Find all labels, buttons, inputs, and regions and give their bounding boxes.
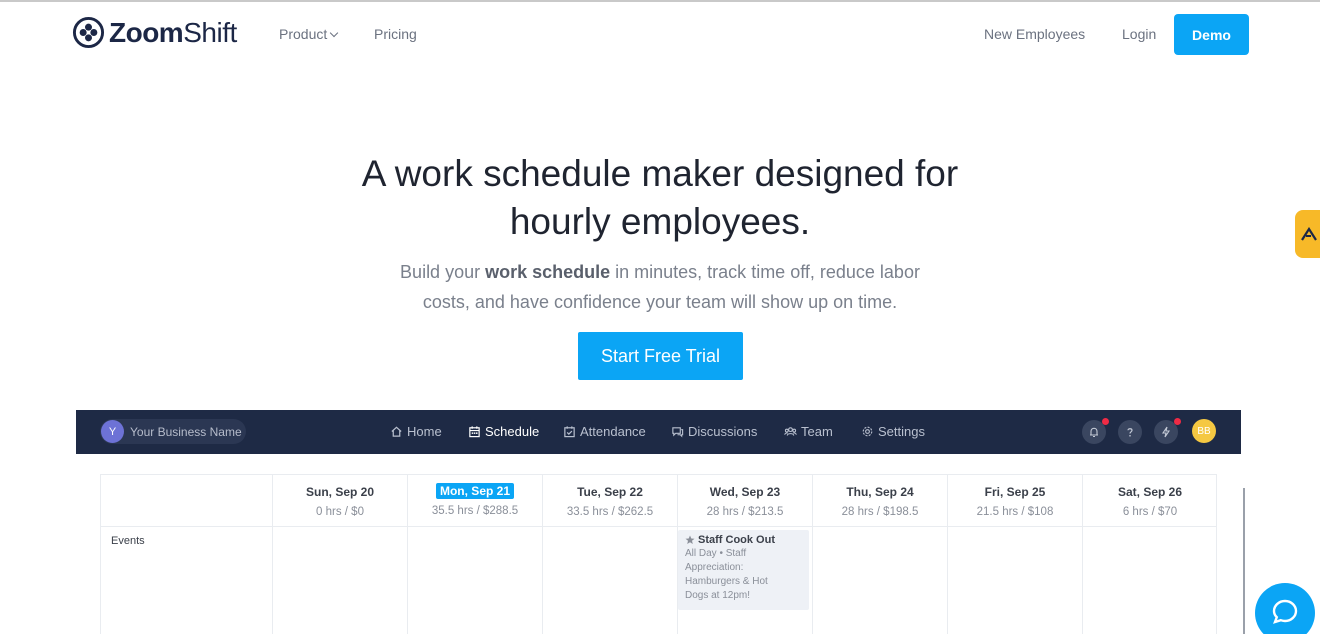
day-date-today: Mon, Sep 21: [435, 483, 514, 499]
day-date: Wed, Sep 23: [709, 485, 781, 499]
demo-button[interactable]: Demo: [1174, 14, 1249, 55]
business-name: Your Business Name: [130, 424, 242, 439]
nav-new-employees[interactable]: New Employees: [984, 26, 1085, 42]
day-column[interactable]: Fri, Sep 25 21.5 hrs / $108: [948, 475, 1083, 634]
hero-title: A work schedule maker designed for hourl…: [260, 150, 1060, 246]
day-column-today[interactable]: Mon, Sep 21 35.5 hrs / $288.5: [408, 475, 543, 634]
tab-attendance-label: Attendance: [580, 424, 646, 439]
day-hours: 6 hrs / $70: [1122, 506, 1178, 518]
day-hours: 35.5 hrs / $288.5: [431, 505, 519, 517]
day-header: Fri, Sep 25 21.5 hrs / $108: [948, 475, 1082, 527]
nav-product[interactable]: Product: [279, 26, 339, 42]
day-date: Sun, Sep 20: [305, 485, 375, 499]
arrow-logo-icon: [1301, 227, 1317, 241]
hero-sub-part2: in minutes, track time off, reduce labor: [610, 262, 920, 282]
logo[interactable]: ZoomShift: [72, 16, 237, 49]
tab-home-label: Home: [407, 424, 442, 439]
event-desc-line: Dogs at 12pm!: [685, 590, 751, 601]
tab-settings-label: Settings: [878, 424, 925, 439]
logo-text: ZoomShift: [109, 16, 237, 48]
day-header: Wed, Sep 23 28 hrs / $213.5: [678, 475, 812, 527]
team-icon: [784, 427, 797, 436]
tab-settings[interactable]: Settings: [861, 424, 925, 439]
site-header: ZoomShift Product Pricing New Employees …: [0, 2, 1320, 64]
day-hours: 33.5 hrs / $262.5: [566, 506, 654, 518]
chat-icon: [1272, 599, 1298, 624]
zoomshift-logo-icon: [72, 16, 105, 49]
calendar-icon: [469, 426, 480, 438]
chat-bubbles-icon: [672, 427, 684, 438]
business-switcher[interactable]: Y Your Business Name: [100, 419, 246, 444]
chat-launcher-button[interactable]: [1255, 583, 1315, 634]
hero-title-line2: hourly employees.: [509, 201, 811, 242]
event-desc-line: Hamburgers & Hot: [685, 576, 768, 587]
day-header: Sun, Sep 20 0 hrs / $0: [273, 475, 407, 527]
business-avatar: Y: [101, 420, 124, 443]
scrollbar[interactable]: [1243, 488, 1245, 634]
event-card[interactable]: Staff Cook Out All Day • Staff Appreciat…: [678, 530, 809, 610]
tab-attendance[interactable]: Attendance: [563, 424, 646, 439]
hero-sub-bold: work schedule: [485, 262, 611, 282]
event-title-text: Staff Cook Out: [698, 534, 775, 546]
day-hours: 28 hrs / $198.5: [841, 506, 919, 518]
feedback-side-tab[interactable]: [1295, 210, 1320, 258]
nav-product-label: Product: [279, 26, 328, 42]
tab-home[interactable]: Home: [390, 424, 442, 439]
chevron-down-icon: [330, 28, 339, 38]
tab-team[interactable]: Team: [784, 424, 833, 439]
day-header: Sat, Sep 26 6 hrs / $70: [1083, 475, 1217, 527]
tab-discussions[interactable]: Discussions: [671, 424, 757, 439]
notification-dot: [1102, 418, 1109, 425]
day-hours: 21.5 hrs / $108: [976, 506, 1054, 518]
help-button[interactable]: [1118, 420, 1142, 444]
event-title: Staff Cook Out: [685, 534, 802, 546]
updates-button[interactable]: [1154, 418, 1181, 444]
notifications-button[interactable]: [1082, 418, 1109, 444]
hero-title-line1: A work schedule maker designed for: [361, 153, 959, 194]
tab-schedule-label: Schedule: [485, 424, 540, 439]
help-icon: [1127, 428, 1133, 437]
gear-icon: [862, 426, 873, 437]
nav-login[interactable]: Login: [1122, 26, 1156, 42]
row-label-column: Events: [101, 475, 273, 634]
day-hours: 28 hrs / $213.5: [706, 506, 784, 518]
bell-icon: [1090, 427, 1098, 438]
events-row-label: Events: [111, 535, 145, 547]
day-date: Sat, Sep 26: [1117, 485, 1183, 499]
user-avatar[interactable]: BB: [1192, 419, 1216, 443]
check-calendar-icon: [564, 426, 575, 438]
day-column[interactable]: Thu, Sep 24 28 hrs / $198.5: [813, 475, 948, 634]
hero-sub-line2: costs, and have confidence your team wil…: [422, 292, 898, 312]
app-screenshot: Y Your Business Name Home Schedule Atten…: [76, 410, 1241, 634]
updates-dot: [1174, 418, 1181, 425]
day-date: Thu, Sep 24: [846, 485, 914, 499]
day-header: Tue, Sep 22 33.5 hrs / $262.5: [543, 475, 677, 527]
corner-header: [101, 475, 272, 527]
event-description: All Day • Staff Appreciation: Hamburgers…: [685, 547, 802, 603]
day-column[interactable]: Sat, Sep 26 6 hrs / $70: [1083, 475, 1217, 634]
day-hours: 0 hrs / $0: [316, 506, 364, 518]
day-column[interactable]: Tue, Sep 22 33.5 hrs / $262.5: [543, 475, 678, 634]
tab-discussions-label: Discussions: [688, 424, 758, 439]
app-topbar: Y Your Business Name Home Schedule Atten…: [76, 410, 1241, 454]
event-desc-line: All Day • Staff: [685, 548, 747, 559]
schedule-calendar: Events Sun, Sep 20 0 hrs / $0 Mon, Sep 2…: [100, 474, 1217, 634]
start-free-trial-button[interactable]: Start Free Trial: [578, 332, 743, 380]
tab-schedule[interactable]: Schedule: [468, 424, 539, 439]
tab-team-label: Team: [801, 424, 833, 439]
hero-sub-part1: Build your: [400, 262, 486, 282]
star-icon: [685, 535, 695, 544]
event-desc-line: Appreciation:: [685, 562, 744, 573]
hero-subtitle: Build your work schedule in minutes, tra…: [330, 257, 990, 317]
day-date: Fri, Sep 25: [984, 485, 1046, 499]
day-header: Mon, Sep 21 35.5 hrs / $288.5: [408, 475, 542, 527]
day-column[interactable]: Sun, Sep 20 0 hrs / $0: [273, 475, 408, 634]
home-icon: [391, 426, 402, 437]
nav-pricing[interactable]: Pricing: [374, 26, 417, 42]
lightning-icon: [1161, 426, 1171, 438]
day-date: Tue, Sep 22: [577, 485, 643, 499]
day-header: Thu, Sep 24 28 hrs / $198.5: [813, 475, 947, 527]
